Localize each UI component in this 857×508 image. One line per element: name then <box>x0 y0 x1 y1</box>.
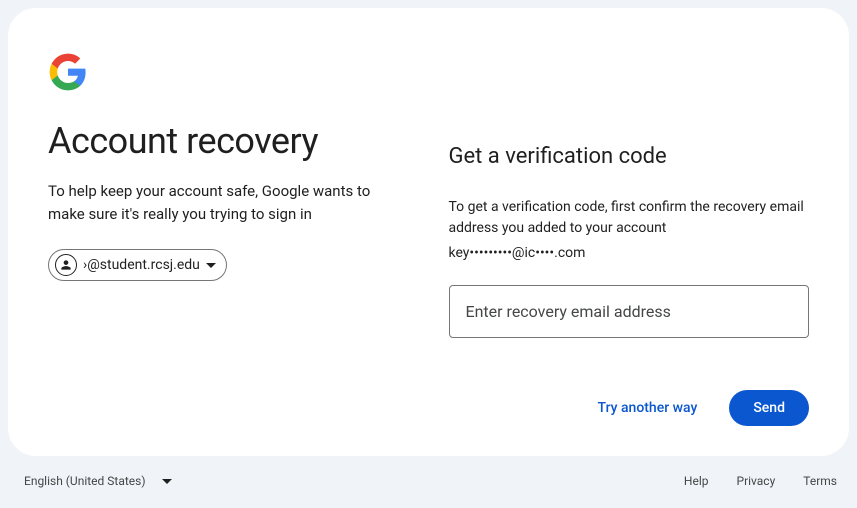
language-label: English (United States) <box>24 474 146 488</box>
language-selector[interactable]: English (United States) <box>20 468 176 494</box>
verify-heading: Get a verification code <box>449 144 810 169</box>
user-avatar-icon <box>55 254 77 276</box>
google-logo-icon <box>48 52 409 96</box>
account-chip[interactable]: ›@student.rcsj.edu <box>48 249 227 281</box>
privacy-link[interactable]: Privacy <box>737 474 776 488</box>
chevron-down-icon <box>206 263 216 268</box>
terms-link[interactable]: Terms <box>803 474 837 488</box>
page-title: Account recovery <box>48 120 409 162</box>
help-link[interactable]: Help <box>684 474 709 488</box>
footer-links: Help Privacy Terms <box>684 474 837 488</box>
page-subtitle: To help keep your account safe, Google w… <box>48 180 409 225</box>
action-row: Try another way Send <box>449 390 810 426</box>
right-column: Get a verification code To get a verific… <box>449 44 810 426</box>
masked-recovery-email: key•••••••••@ic••••.com <box>449 245 810 261</box>
left-column: Account recovery To help keep your accou… <box>48 44 409 426</box>
account-email: ›@student.rcsj.edu <box>83 257 200 273</box>
verify-description: To get a verification code, first confir… <box>449 197 810 239</box>
chevron-down-icon <box>162 479 172 484</box>
send-button[interactable]: Send <box>729 390 809 426</box>
recovery-card: Account recovery To help keep your accou… <box>8 8 849 456</box>
recovery-email-input[interactable] <box>449 285 810 338</box>
footer: English (United States) Help Privacy Ter… <box>0 464 857 498</box>
try-another-way-button[interactable]: Try another way <box>590 392 706 424</box>
